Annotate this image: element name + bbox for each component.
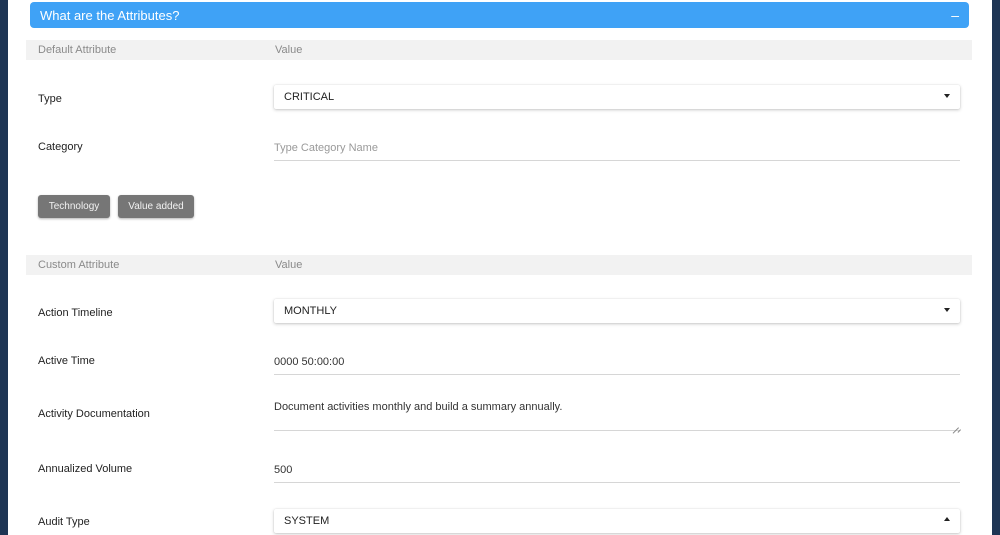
active-time-label: Active Time bbox=[38, 355, 95, 367]
activity-documentation-label: Activity Documentation bbox=[38, 408, 150, 420]
collapse-icon[interactable]: – bbox=[951, 8, 959, 22]
default-value-column-label: Value bbox=[275, 44, 303, 56]
type-select-value: CRITICAL bbox=[284, 91, 335, 103]
resize-handle-icon[interactable] bbox=[953, 422, 959, 428]
custom-value-column-label: Value bbox=[275, 259, 303, 271]
annualized-volume-input[interactable]: 500 bbox=[274, 457, 960, 483]
chevron-up-icon bbox=[944, 517, 950, 521]
audit-type-value: SYSTEM bbox=[284, 515, 330, 527]
audit-type-label: Audit Type bbox=[38, 516, 90, 528]
custom-attribute-header: Custom Attribute Value bbox=[26, 255, 972, 275]
active-time-input[interactable]: 0000 50:00:00 bbox=[274, 349, 960, 375]
annualized-volume-value: 500 bbox=[274, 463, 293, 476]
custom-attribute-column-label: Custom Attribute bbox=[38, 259, 120, 271]
chevron-down-icon bbox=[944, 308, 950, 312]
type-select[interactable]: CRITICAL bbox=[274, 85, 960, 109]
tag-value-added[interactable]: Value added bbox=[118, 195, 194, 218]
action-timeline-label: Action Timeline bbox=[38, 307, 113, 319]
type-label: Type bbox=[38, 93, 62, 105]
attributes-accordion-header[interactable]: What are the Attributes? – bbox=[30, 2, 969, 28]
category-input[interactable]: Type Category Name bbox=[274, 135, 960, 161]
annualized-volume-label: Annualized Volume bbox=[38, 463, 133, 475]
category-label: Category bbox=[38, 141, 83, 153]
chevron-down-icon bbox=[944, 94, 950, 98]
default-attribute-column-label: Default Attribute bbox=[38, 44, 117, 56]
default-attribute-header: Default Attribute Value bbox=[26, 40, 972, 60]
attributes-panel: What are the Attributes? – Default Attri… bbox=[8, 0, 992, 535]
tag-technology[interactable]: Technology bbox=[38, 195, 110, 218]
active-time-value: 0000 50:00:00 bbox=[274, 355, 345, 368]
activity-documentation-value: Document activities monthly and build a … bbox=[274, 401, 563, 413]
accordion-title: What are the Attributes? bbox=[40, 7, 180, 23]
category-placeholder: Type Category Name bbox=[274, 141, 378, 154]
action-timeline-select[interactable]: MONTHLY bbox=[274, 299, 960, 323]
action-timeline-value: MONTHLY bbox=[284, 305, 337, 317]
activity-documentation-textarea[interactable]: Document activities monthly and build a … bbox=[274, 397, 960, 431]
audit-type-select[interactable]: SYSTEM bbox=[274, 509, 960, 533]
